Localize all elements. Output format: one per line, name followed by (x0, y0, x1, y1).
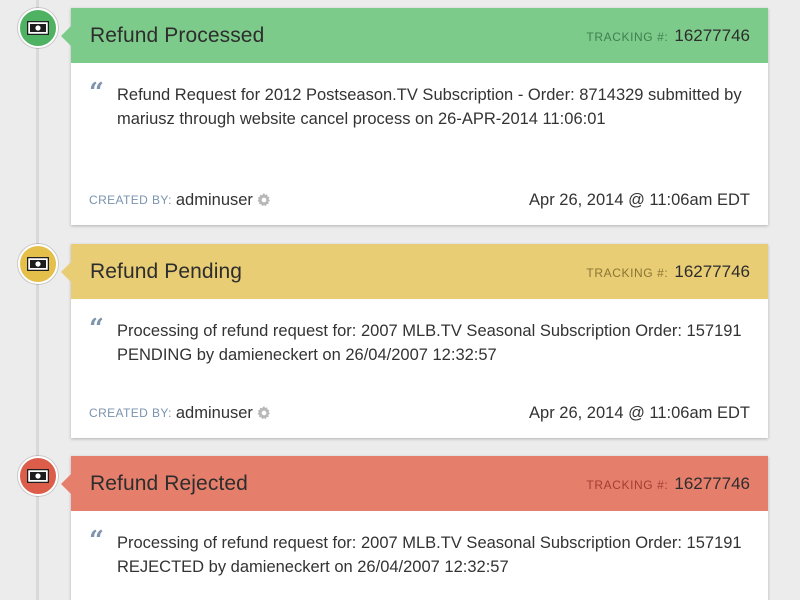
created-by-user[interactable]: adminuser (176, 404, 253, 423)
tracking-label: TRACKING #: (586, 477, 669, 492)
card-footer: CREATED BY: adminuser Apr 26, 2014 @ 11:… (71, 175, 768, 225)
status-title: Refund Rejected (90, 471, 248, 495)
tracking-label: TRACKING #: (586, 29, 669, 44)
created-by-user[interactable]: adminuser (176, 191, 253, 210)
refund-message: Processing of refund request for: 2007 M… (117, 322, 742, 364)
refund-message: Processing of refund request for: 2007 M… (117, 534, 742, 576)
quote-icon: “ (89, 314, 104, 344)
status-title: Refund Processed (90, 23, 265, 47)
tracking-label: TRACKING #: (586, 265, 669, 280)
tracking-info: TRACKING #: 16277746 (586, 262, 750, 282)
card-body: “ Refund Request for 2012 Postseason.TV … (71, 63, 768, 131)
status-title: Refund Pending (90, 259, 243, 283)
tracking-number[interactable]: 16277746 (674, 26, 750, 46)
quote-icon: “ (89, 78, 104, 108)
created-by-label: CREATED BY: (89, 193, 172, 207)
created-by: CREATED BY: adminuser (89, 404, 271, 423)
card-footer: CREATED BY: adminuser Apr 26, 2014 @ 11:… (71, 388, 768, 438)
quote-icon: “ (89, 526, 104, 556)
card-body: “ Processing of refund request for: 2007… (71, 299, 768, 367)
refund-message: Refund Request for 2012 Postseason.TV Su… (117, 86, 742, 128)
tracking-number[interactable]: 16277746 (674, 474, 750, 494)
money-icon (18, 8, 58, 48)
refund-card: Refund Rejected TRACKING #: 16277746 “ P… (61, 456, 768, 600)
created-by-label: CREATED BY: (89, 406, 172, 420)
gear-icon[interactable] (257, 406, 271, 420)
timestamp: Apr 26, 2014 @ 11:06am EDT (529, 190, 750, 209)
tracking-info: TRACKING #: 16277746 (586, 26, 750, 46)
tracking-number[interactable]: 16277746 (674, 262, 750, 282)
card-header: Refund Processed TRACKING #: 16277746 (61, 8, 768, 63)
money-icon (18, 456, 58, 496)
gear-icon[interactable] (257, 193, 271, 207)
refund-card: Refund Pending TRACKING #: 16277746 “ Pr… (61, 244, 768, 438)
created-by: CREATED BY: adminuser (89, 191, 271, 210)
card-body: “ Processing of refund request for: 2007… (71, 511, 768, 579)
card-header: Refund Rejected TRACKING #: 16277746 (61, 456, 768, 511)
timeline-line (36, 0, 39, 600)
card-header: Refund Pending TRACKING #: 16277746 (61, 244, 768, 299)
money-icon (18, 244, 58, 284)
timestamp: Apr 26, 2014 @ 11:06am EDT (529, 403, 750, 422)
refund-card: Refund Processed TRACKING #: 16277746 “ … (61, 8, 768, 225)
tracking-info: TRACKING #: 16277746 (586, 474, 750, 494)
